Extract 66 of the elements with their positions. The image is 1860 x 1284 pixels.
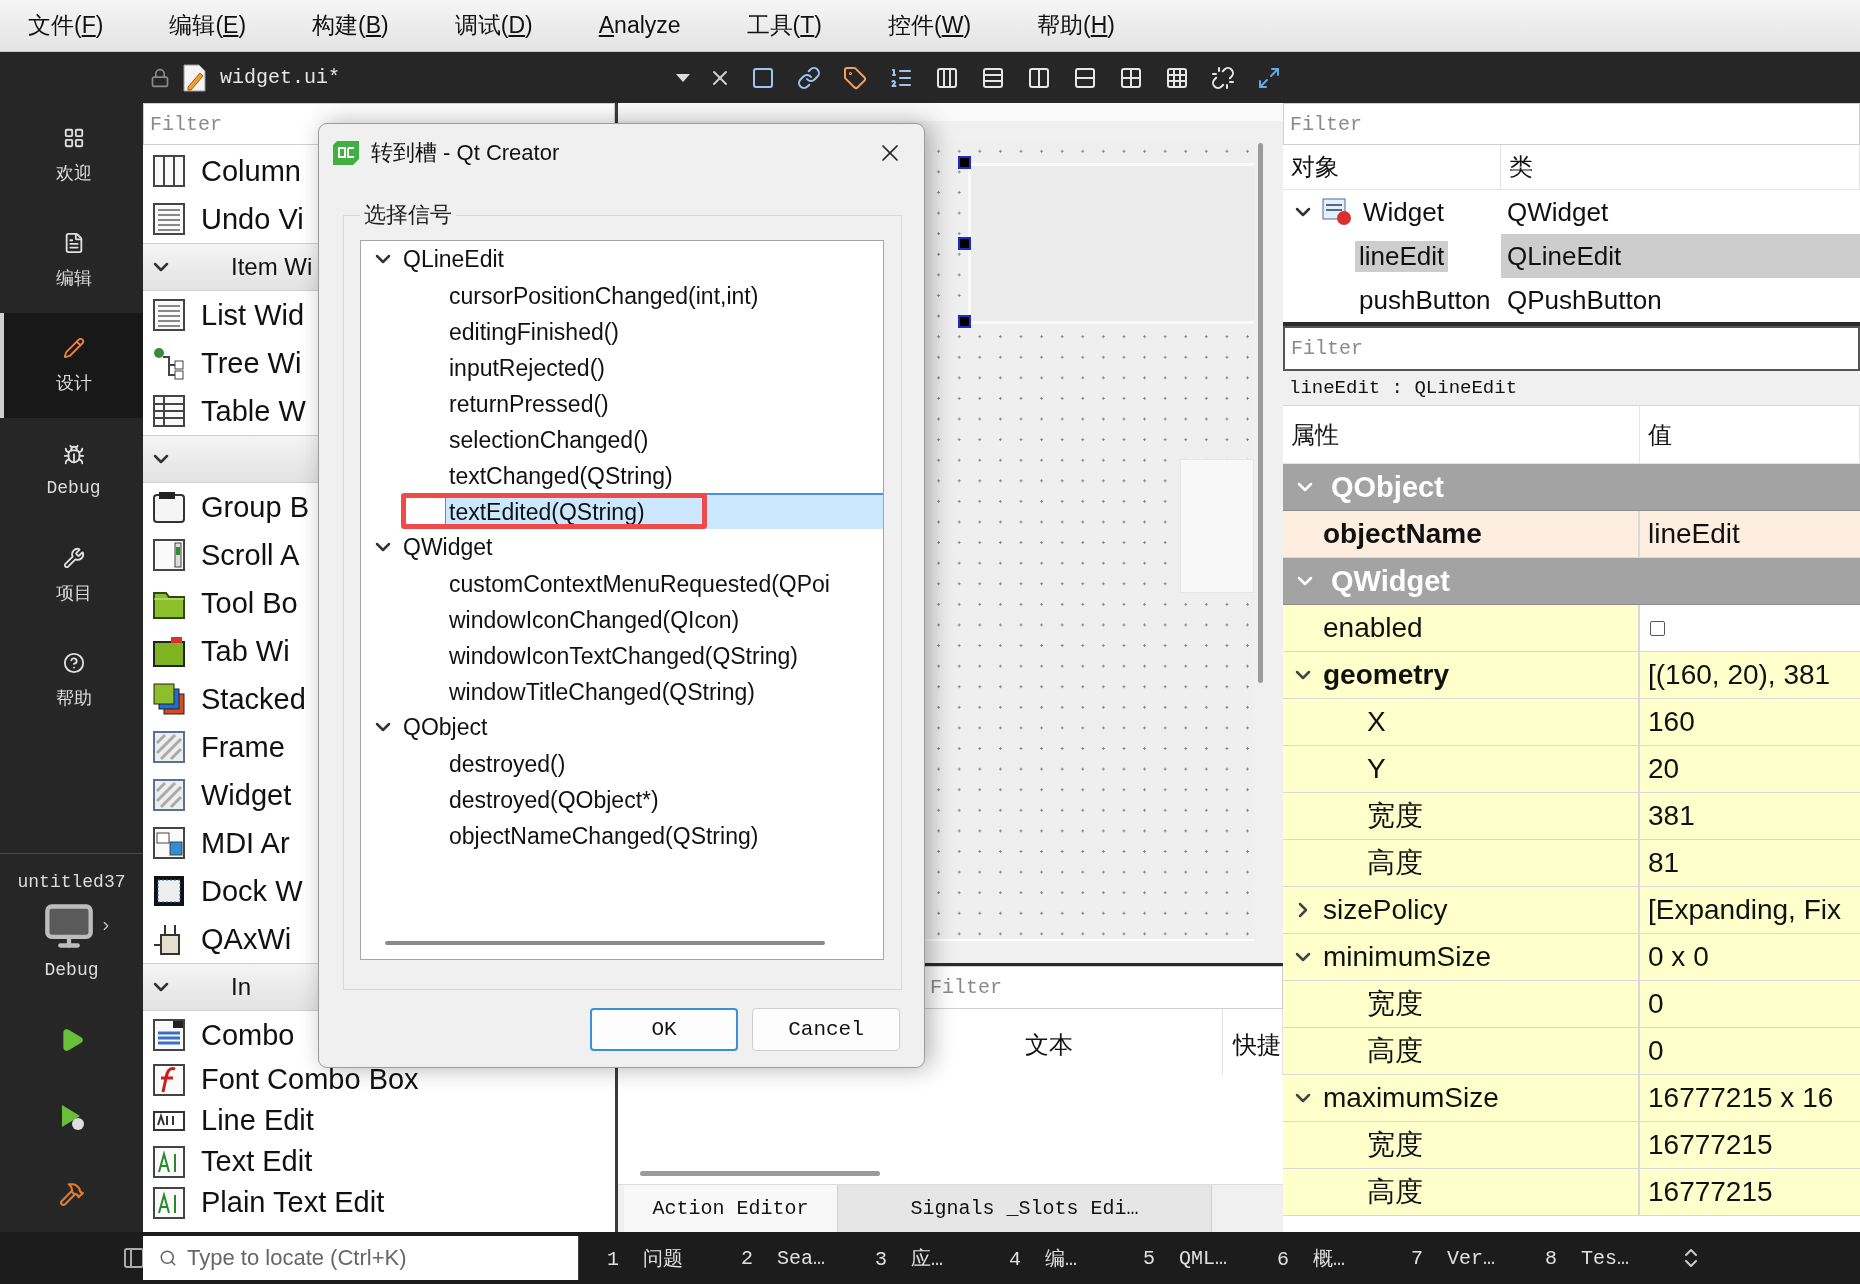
property-name: maximumSize bbox=[1323, 1082, 1499, 1114]
group-name: QObject bbox=[1331, 470, 1444, 504]
property-value: 20 bbox=[1647, 752, 1681, 786]
widget-label: Frame bbox=[201, 730, 285, 764]
widget-label: List Wid bbox=[201, 298, 305, 332]
group-label: 选择信号 bbox=[363, 201, 453, 229]
property-value: 0 bbox=[1647, 987, 1665, 1021]
property-value: 16777215 x 16 bbox=[1647, 1081, 1835, 1115]
property-name: 宽度 bbox=[1367, 799, 1423, 833]
object-label: lineEdit : QLineEdit bbox=[1283, 371, 1860, 406]
property-name: Y bbox=[1367, 753, 1386, 785]
property-value: 16777215 bbox=[1647, 1175, 1774, 1209]
property-name: geometry bbox=[1323, 659, 1450, 691]
dialog-title: 转到槽 - Qt Creator bbox=[371, 139, 561, 167]
widget-label: Column bbox=[201, 154, 301, 188]
category-label: In bbox=[231, 973, 251, 1001]
build-config: Debug bbox=[44, 960, 99, 980]
property-name: X bbox=[1367, 706, 1386, 738]
property-value: 81 bbox=[1647, 846, 1681, 880]
widget-label: Tab Wi bbox=[201, 634, 290, 668]
mode-label: 欢迎 bbox=[55, 162, 92, 185]
widget-label: Font Combo Box bbox=[201, 1063, 419, 1096]
widget-label: Group B bbox=[201, 490, 309, 524]
widget-label: MDI Ar bbox=[201, 826, 290, 860]
property-name: objectName bbox=[1323, 518, 1482, 550]
property-name: 高度 bbox=[1367, 1034, 1423, 1068]
property-name: enabled bbox=[1323, 612, 1423, 644]
property-name: 高度 bbox=[1367, 1175, 1423, 1209]
mode-label: 设计 bbox=[55, 372, 92, 395]
mode-label: 帮助 bbox=[55, 687, 92, 710]
widget-label: Table W bbox=[201, 394, 306, 428]
property-value: [(160, 20), 381 bbox=[1647, 658, 1832, 692]
property-value: [Expanding, Fix bbox=[1647, 893, 1842, 927]
widget-label: Undo Vi bbox=[201, 202, 304, 236]
widget-label: QAxWi bbox=[201, 922, 292, 956]
widget-label: Stacked bbox=[201, 682, 306, 716]
property-value: 16777215 bbox=[1647, 1128, 1774, 1162]
widget-label: Tool Bo bbox=[201, 586, 298, 620]
mode-label: Debug bbox=[46, 477, 101, 498]
widget-label: Scroll A bbox=[201, 538, 300, 572]
widget-label: Dock W bbox=[201, 874, 303, 908]
mode-label: 项目 bbox=[55, 582, 92, 605]
widget-label: Text Edit bbox=[201, 1145, 313, 1178]
file-name: widget.ui* bbox=[220, 66, 342, 89]
category-label: Item Wi bbox=[231, 253, 313, 281]
widget-label: Line Edit bbox=[201, 1104, 314, 1137]
property-value: 0 x 0 bbox=[1647, 940, 1710, 974]
property-name: 宽度 bbox=[1367, 1128, 1423, 1162]
object-class: QLineEdit bbox=[1501, 234, 1860, 278]
widget-label: Combo bbox=[201, 1018, 295, 1052]
object-class: QWidget bbox=[1506, 195, 1610, 229]
property-value: 381 bbox=[1647, 799, 1696, 833]
group-name: QWidget bbox=[1331, 564, 1450, 598]
project-name: untitled37 bbox=[17, 872, 126, 892]
widget-label: Plain Text Edit bbox=[201, 1186, 385, 1219]
widget-label: Tree Wi bbox=[201, 346, 302, 380]
mode-label: 编辑 bbox=[55, 267, 92, 290]
property-name: 高度 bbox=[1367, 846, 1423, 880]
property-name: minimumSize bbox=[1323, 941, 1492, 973]
property-name: 宽度 bbox=[1367, 987, 1423, 1021]
object-class: QPushButton bbox=[1506, 283, 1663, 317]
property-value: lineEdit bbox=[1647, 517, 1741, 551]
property-value: 160 bbox=[1647, 705, 1696, 739]
property-value: 0 bbox=[1647, 1034, 1665, 1068]
property-name: sizePolicy bbox=[1323, 894, 1448, 926]
widget-label: Widget bbox=[201, 778, 292, 812]
